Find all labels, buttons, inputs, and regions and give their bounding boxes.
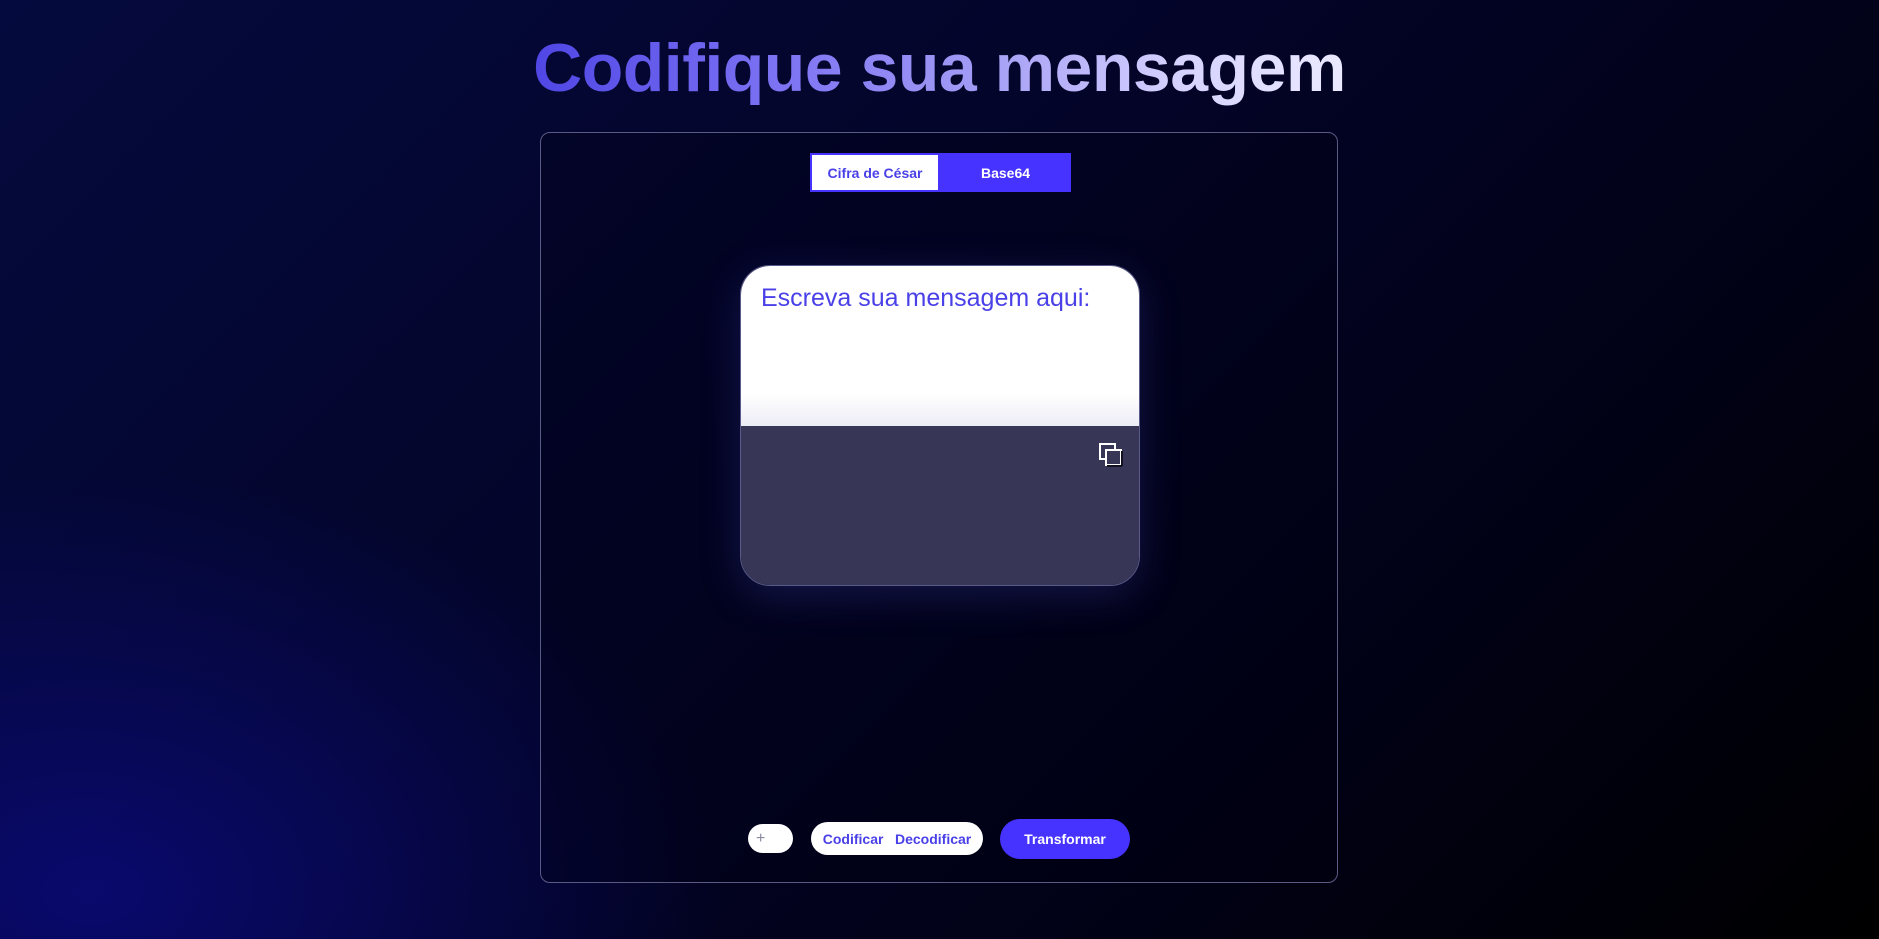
transform-button[interactable]: Transformar xyxy=(1000,819,1130,859)
page-title: Codifique sua mensagem xyxy=(0,28,1879,108)
controls-bar: + Codificar Decodificar Transformar xyxy=(541,819,1337,859)
cipher-tabs: Cifra de César Base64 xyxy=(810,153,1071,192)
tab-caesar-cipher[interactable]: Cifra de César xyxy=(810,153,940,192)
plus-icon: + xyxy=(756,829,766,847)
tab-base64[interactable]: Base64 xyxy=(940,153,1071,192)
decode-option[interactable]: Decodificar xyxy=(895,831,971,847)
message-card xyxy=(740,265,1140,586)
message-input[interactable] xyxy=(741,266,1139,426)
result-output xyxy=(741,426,1139,585)
copy-icon[interactable] xyxy=(1098,442,1124,468)
encode-option[interactable]: Codificar xyxy=(823,831,884,847)
mode-toggle: Codificar Decodificar xyxy=(811,822,983,855)
page-title-text: Codifique sua mensagem xyxy=(533,30,1346,106)
cipher-panel: Cifra de César Base64 + Codificar Decodi… xyxy=(540,132,1338,883)
shift-input[interactable]: + xyxy=(748,824,793,853)
